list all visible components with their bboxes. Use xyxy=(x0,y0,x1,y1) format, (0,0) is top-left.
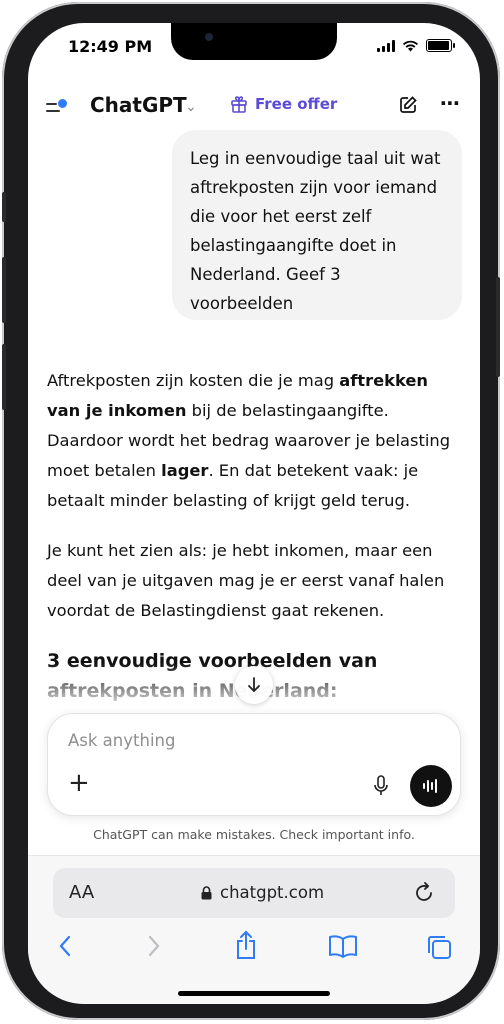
mute-switch xyxy=(2,192,6,222)
arrow-down-icon xyxy=(248,677,260,693)
back-icon xyxy=(59,935,71,957)
user-message-text: Leg in eenvoudige taal uit wat aftrekpos… xyxy=(190,149,441,313)
bookmarks-button[interactable] xyxy=(328,934,358,962)
status-time: 12:49 PM xyxy=(68,37,153,56)
assistant-answer: Aftrekposten zijn kosten die je mag aftr… xyxy=(47,366,462,706)
mic-icon[interactable] xyxy=(373,775,389,797)
composer: + xyxy=(47,713,461,816)
share-button[interactable] xyxy=(234,930,258,964)
home-indicator xyxy=(178,991,330,996)
volume-down-button xyxy=(2,344,6,410)
answer-paragraph-2: Je kunt het zien als: je hebt inkomen, m… xyxy=(47,541,445,620)
url-display[interactable]: chatgpt.com xyxy=(201,883,324,902)
forward-button[interactable] xyxy=(147,934,161,962)
edit-icon[interactable] xyxy=(398,95,418,115)
lock-icon xyxy=(201,885,212,899)
voice-wave-icon xyxy=(423,779,437,793)
share-icon xyxy=(237,930,255,959)
browser-toolbar: AA chatgpt.com xyxy=(28,855,480,1004)
power-button xyxy=(496,277,500,377)
chevron-down-icon[interactable]: ⌄ xyxy=(185,99,197,115)
battery-icon xyxy=(426,39,455,52)
user-message-bubble: Leg in eenvoudige taal uit wat aftrekpos… xyxy=(172,130,462,320)
reload-icon[interactable] xyxy=(415,881,435,903)
menu-icon[interactable] xyxy=(46,99,68,117)
bookmarks-icon xyxy=(329,935,357,958)
gift-icon xyxy=(231,96,247,113)
signal-icon xyxy=(377,39,395,52)
app-header: ChatGPT ⌄ Free offer ⋯ xyxy=(28,83,480,135)
volume-up-button xyxy=(2,257,6,323)
free-offer-label: Free offer xyxy=(255,95,338,113)
voice-mode-button[interactable] xyxy=(410,765,452,807)
url-text: chatgpt.com xyxy=(220,883,325,902)
notch xyxy=(171,23,337,60)
address-bar[interactable]: AA chatgpt.com xyxy=(53,868,455,918)
browser-nav-row xyxy=(28,930,480,974)
more-icon[interactable]: ⋯ xyxy=(440,91,461,115)
forward-icon xyxy=(148,935,160,957)
screen: 12:49 PM ChatGPT ⌄ Free offer ⋯ Leg in e… xyxy=(28,23,480,1004)
scroll-down-button[interactable] xyxy=(235,666,273,704)
wifi-icon xyxy=(403,40,418,51)
app-title[interactable]: ChatGPT xyxy=(90,93,187,117)
message-input[interactable] xyxy=(66,730,370,751)
free-offer-button[interactable]: Free offer xyxy=(230,95,337,113)
disclaimer: ChatGPT can make mistakes. Check importa… xyxy=(93,827,415,842)
reader-aa-button[interactable]: AA xyxy=(69,882,94,903)
camera xyxy=(205,33,213,41)
tabs-icon xyxy=(428,936,451,959)
plus-icon[interactable]: + xyxy=(68,770,90,796)
answer-paragraph-1: Aftrekposten zijn kosten die je mag aftr… xyxy=(47,371,451,510)
phone-frame: 12:49 PM ChatGPT ⌄ Free offer ⋯ Leg in e… xyxy=(2,2,500,1020)
status-icons xyxy=(377,39,455,52)
tabs-button[interactable] xyxy=(426,934,452,964)
back-button[interactable] xyxy=(58,934,72,962)
